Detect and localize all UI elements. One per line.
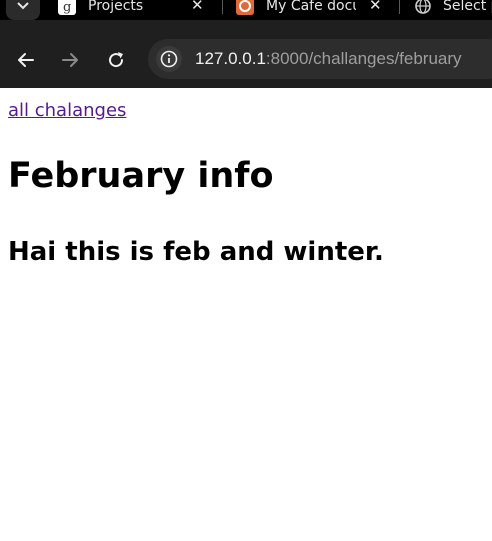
url-path: :8000/challanges/february	[265, 49, 462, 68]
tab-title: Select p	[443, 0, 492, 13]
address-bar[interactable]: 127.0.0.1:8000/challanges/february	[148, 39, 492, 79]
tab-divider	[222, 0, 223, 14]
reload-icon[interactable]	[104, 48, 128, 72]
close-icon[interactable]: ✕	[369, 0, 382, 13]
globe-icon	[414, 0, 432, 15]
tab-search-button[interactable]	[6, 0, 40, 20]
page-title: February info	[8, 156, 274, 196]
tab-my-cafe[interactable]: My Cafe docu ✕	[236, 0, 396, 20]
browser-toolbar: 127.0.0.1:8000/challanges/february	[0, 32, 492, 88]
tab-title: Projects	[88, 0, 144, 13]
page-subtitle: Hai this is feb and winter.	[8, 237, 384, 267]
svg-text:g: g	[63, 0, 71, 15]
tab-select[interactable]: Select p	[414, 0, 492, 20]
forward-arrow-icon[interactable]	[58, 48, 82, 72]
close-icon[interactable]: ✕	[191, 0, 204, 13]
back-arrow-icon[interactable]	[14, 48, 38, 72]
tab-divider	[399, 0, 400, 14]
url-host: 127.0.0.1	[195, 49, 266, 68]
tab-title: My Cafe docu	[266, 0, 356, 13]
chevron-down-icon	[17, 2, 29, 10]
page-content: all chalanges February info Hai this is …	[0, 88, 492, 541]
tab-strip: g Projects ✕ My Cafe docu ✕ Select	[0, 0, 492, 20]
url-text: 127.0.0.1:8000/challanges/february	[195, 50, 462, 68]
cafe-app-icon	[236, 0, 254, 15]
browser-chrome: g Projects ✕ My Cafe docu ✕ Select 127.0…	[0, 0, 492, 88]
site-info-icon[interactable]	[156, 46, 182, 72]
tab-projects[interactable]: g Projects ✕	[58, 0, 218, 20]
all-challenges-link[interactable]: all chalanges	[8, 100, 126, 121]
google-docs-icon: g	[58, 0, 76, 15]
